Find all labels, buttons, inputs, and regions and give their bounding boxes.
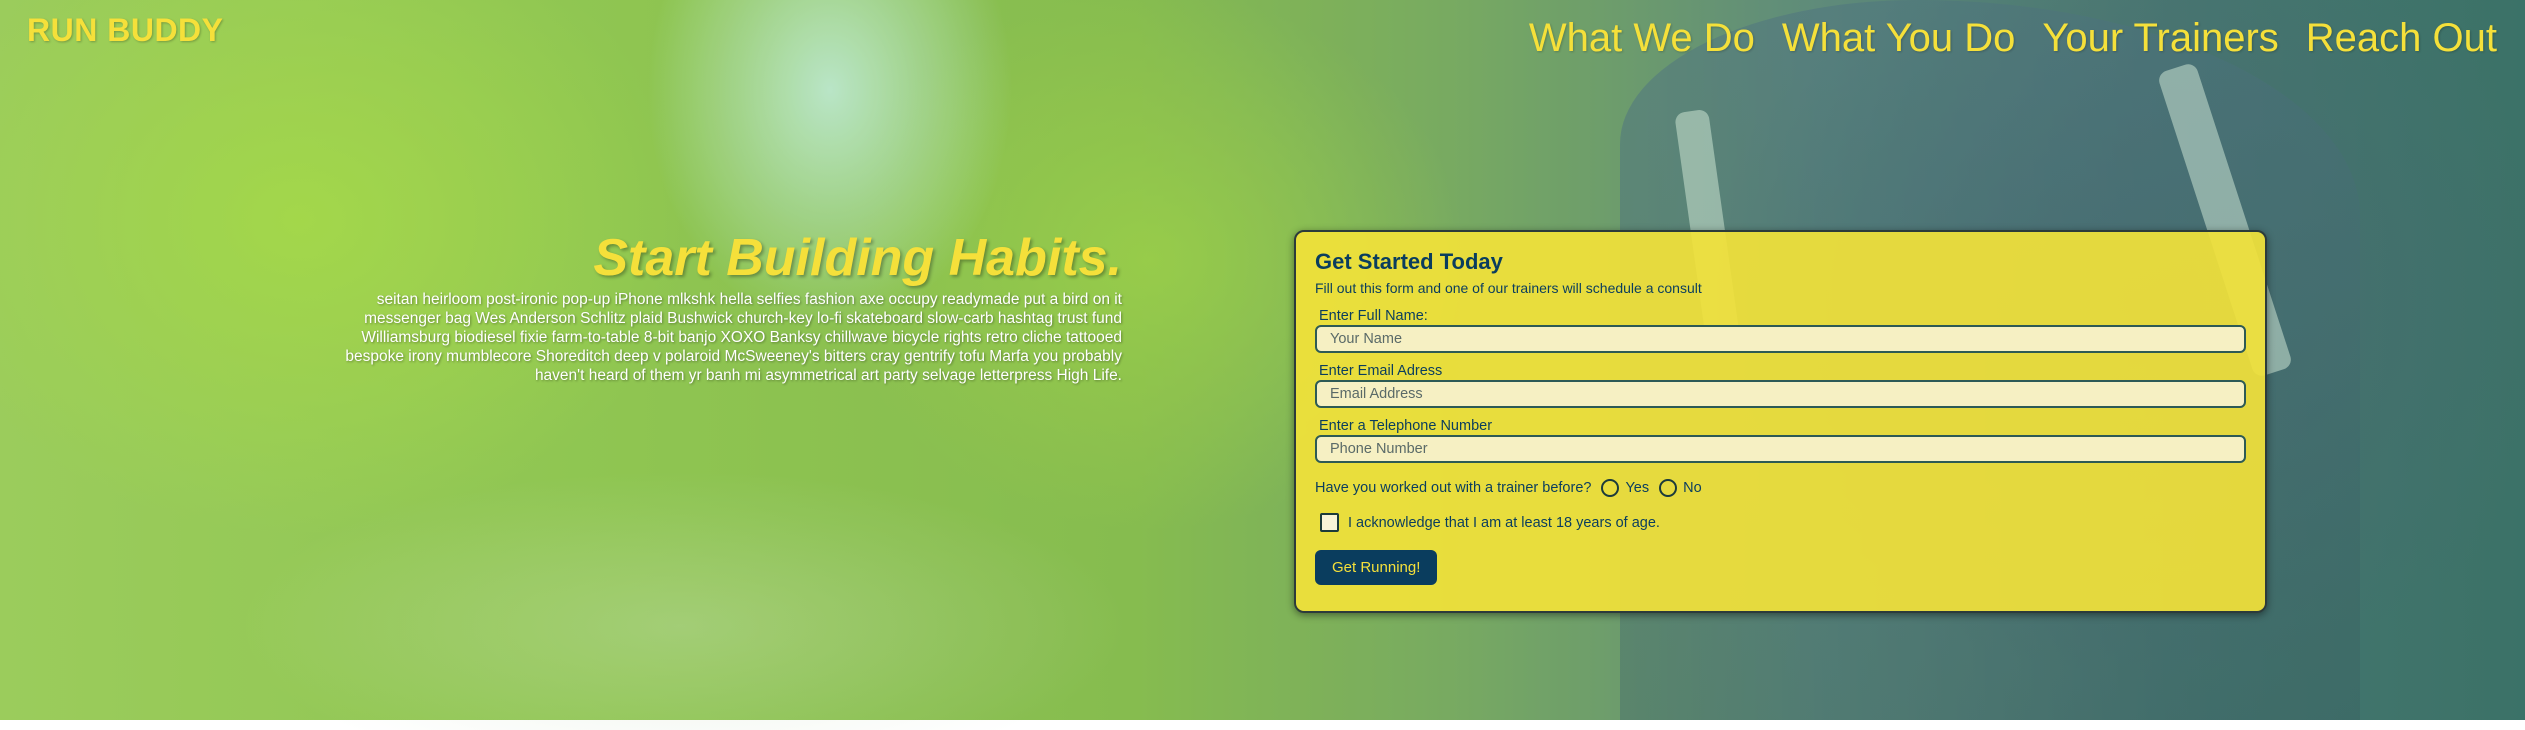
- radio-no-label: No: [1683, 480, 1702, 496]
- age-ack-row: I acknowledge that I am at least 18 year…: [1320, 513, 2246, 532]
- nav-link-what-we-do[interactable]: What We Do: [1529, 16, 1755, 61]
- phone-input[interactable]: Phone Number: [1315, 435, 2246, 463]
- signup-form: Get Started Today Fill out this form and…: [1294, 230, 2267, 613]
- name-field-group: Enter Full Name: Your Name: [1315, 308, 2246, 353]
- form-subtitle: Fill out this form and one of our traine…: [1315, 280, 1702, 296]
- nav-link-what-you-do[interactable]: What You Do: [1782, 16, 2016, 61]
- radio-no[interactable]: [1659, 479, 1678, 497]
- trainer-question: Have you worked out with a trainer befor…: [1315, 480, 1592, 496]
- submit-button[interactable]: Get Running!: [1315, 550, 1438, 585]
- age-checkbox[interactable]: [1320, 513, 1339, 532]
- age-ack-label: I acknowledge that I am at least 18 year…: [1348, 514, 1660, 531]
- phone-label: Enter a Telephone Number: [1319, 418, 1493, 434]
- radio-yes[interactable]: [1601, 479, 1620, 497]
- hero-section: Start Building Habits. seitan heirloom p…: [300, 228, 1122, 385]
- trainer-question-row: Have you worked out with a trainer befor…: [1315, 479, 2246, 497]
- site-logo[interactable]: RUN BUDDY: [27, 12, 224, 49]
- nav-link-reach-out[interactable]: Reach Out: [2306, 16, 2497, 61]
- email-input[interactable]: Email Address: [1315, 380, 2246, 408]
- name-label: Enter Full Name:: [1319, 308, 1428, 324]
- phone-field-group: Enter a Telephone Number Phone Number: [1315, 418, 2246, 463]
- name-input[interactable]: Your Name: [1315, 325, 2246, 353]
- email-label: Enter Email Adress: [1319, 363, 1443, 379]
- hero-title: Start Building Habits.: [593, 229, 1122, 287]
- hero-body: seitan heirloom post-ironic pop-up iPhon…: [345, 291, 1122, 384]
- main-nav: What We Do What You Do Your Trainers Rea…: [1529, 16, 2497, 61]
- email-field-group: Enter Email Adress Email Address: [1315, 363, 2246, 408]
- form-title: Get Started Today: [1315, 249, 1503, 274]
- radio-yes-label: Yes: [1625, 480, 1650, 496]
- nav-link-your-trainers[interactable]: Your Trainers: [2042, 16, 2278, 61]
